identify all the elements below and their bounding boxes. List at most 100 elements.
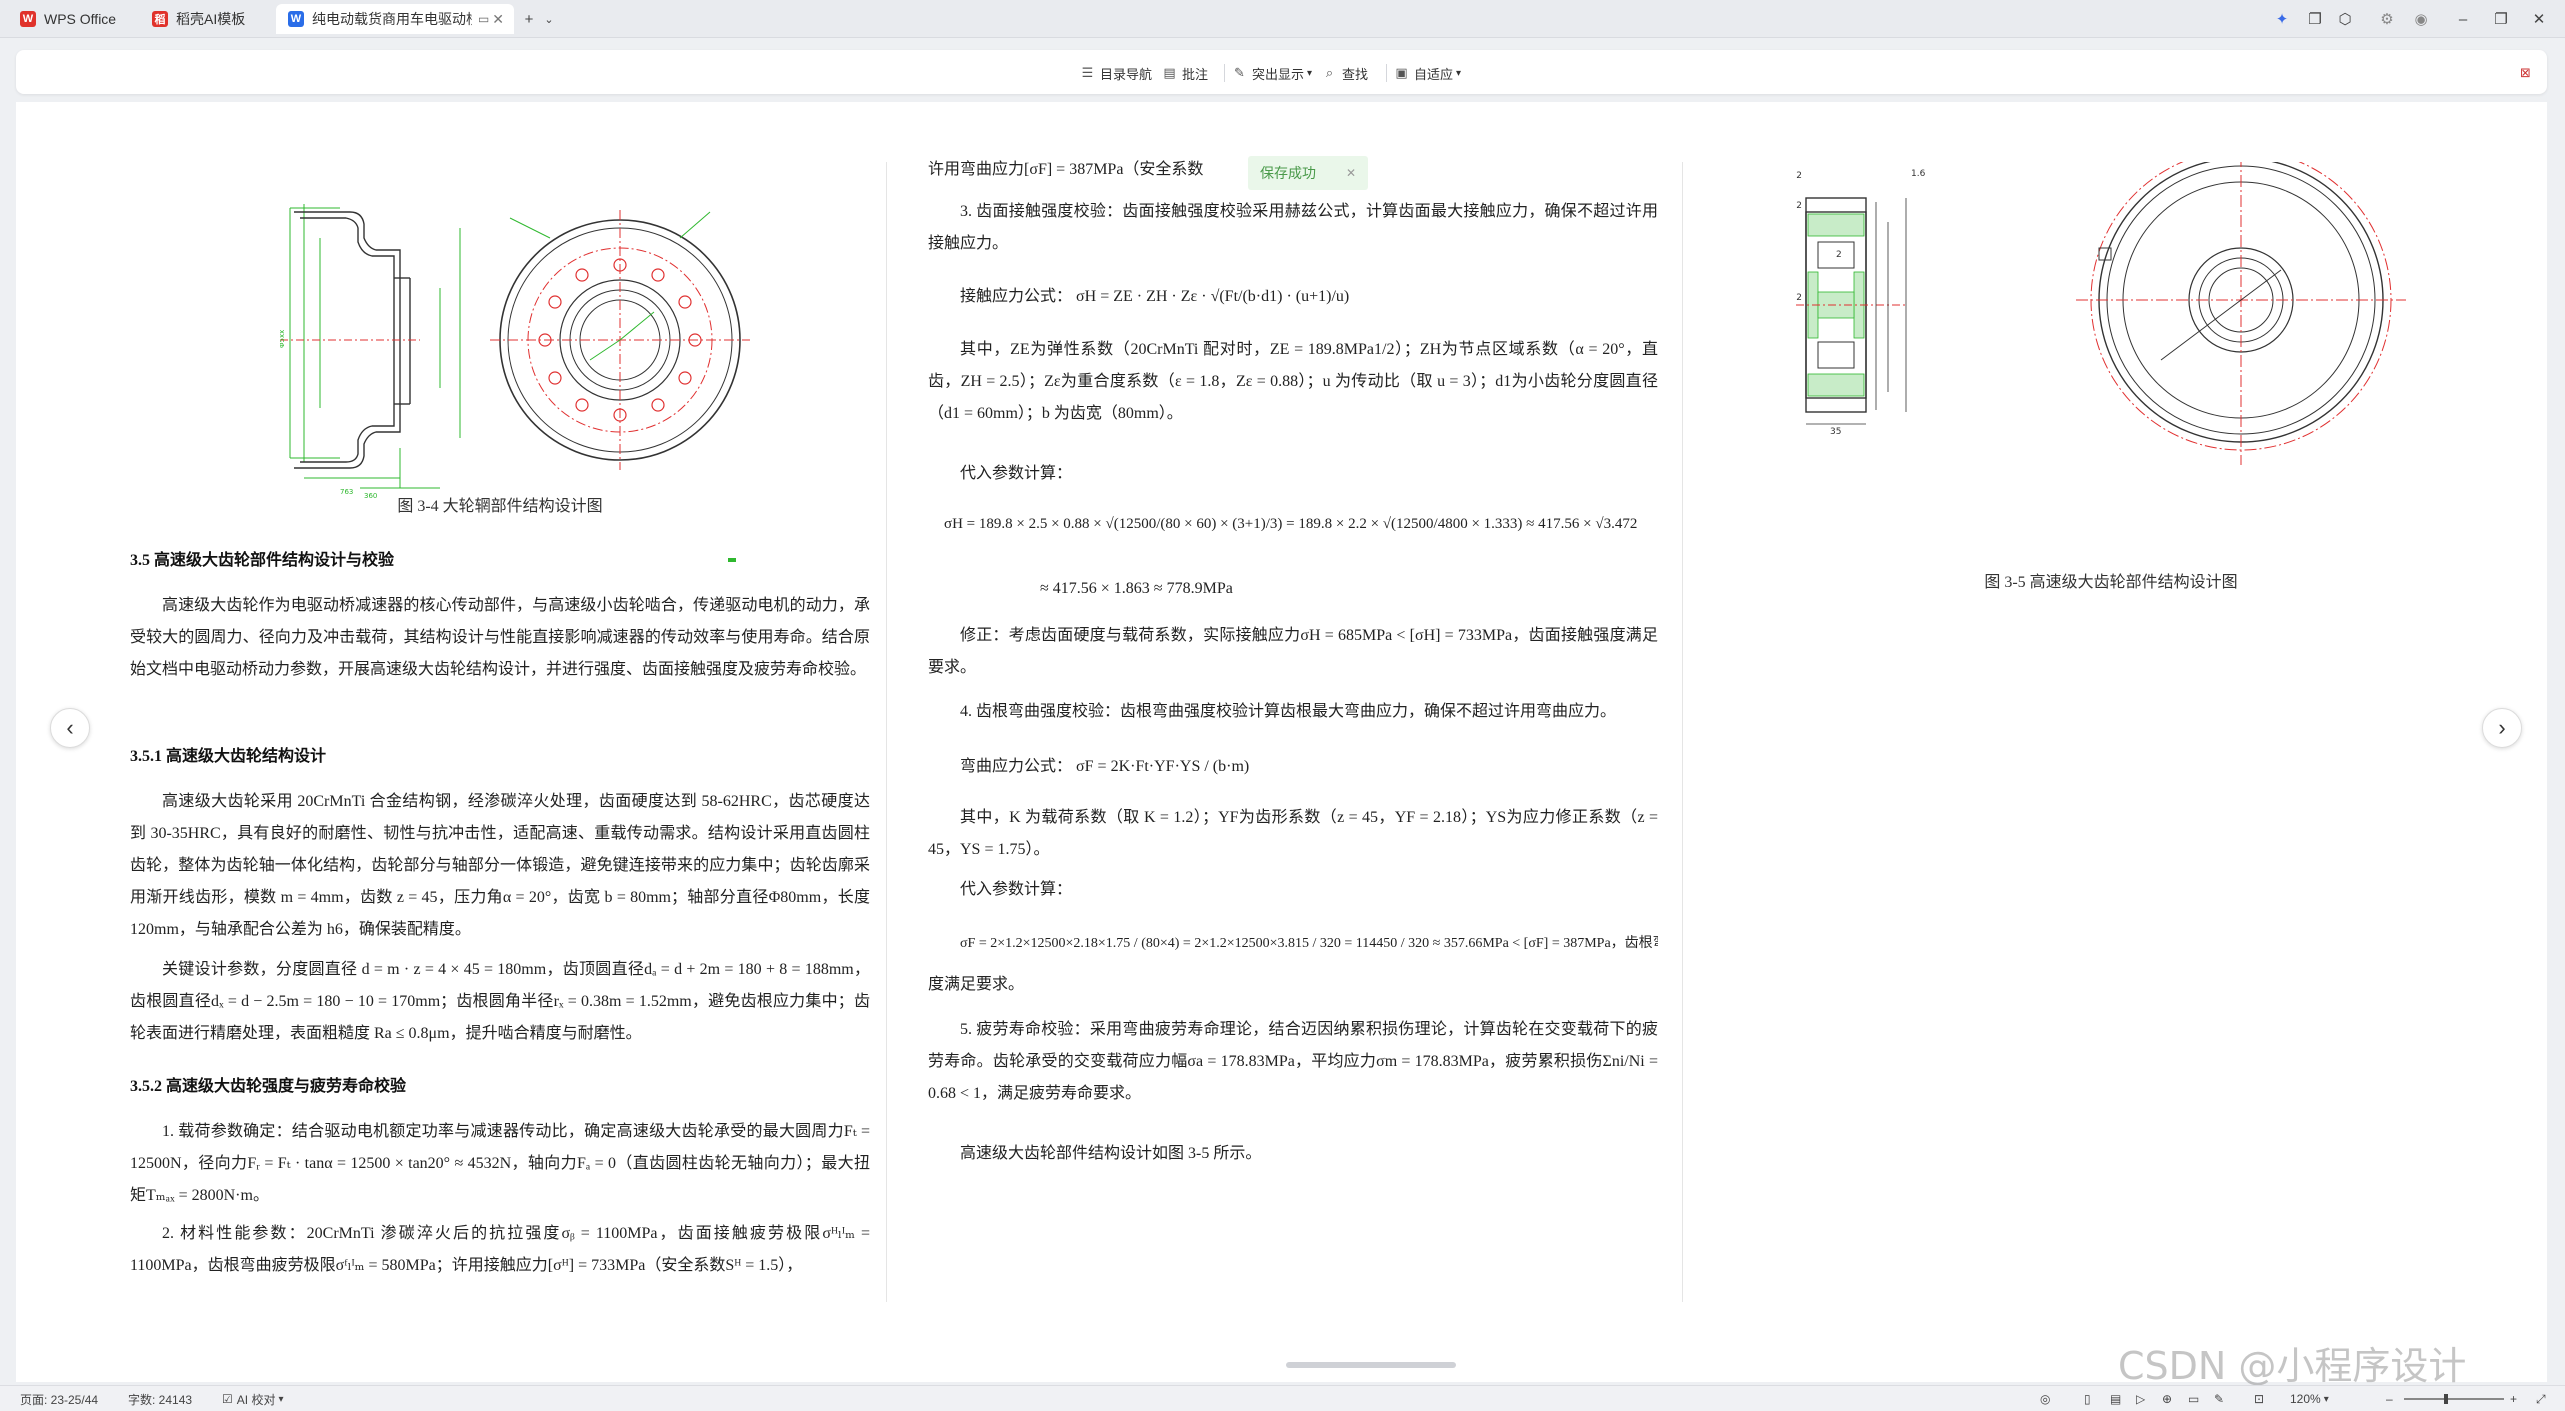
bending-stress-conclusion: 度满足要求。	[928, 976, 1025, 993]
comment-label: 批注	[1182, 66, 1209, 82]
toast-text: 保存成功	[1260, 165, 1316, 181]
svg-text:Φ5xx: Φ5xx	[280, 330, 286, 348]
svg-text:1.6: 1.6	[1911, 169, 1926, 179]
section-3-5-1-heading: 3.5.1 高速级大齿轮结构设计	[130, 748, 327, 765]
contact-stress-result: ≈ 417.56 × 1.863 ≈ 778.9MPa	[1040, 580, 1233, 597]
formula-label: 弯曲应力公式：	[960, 758, 1073, 775]
highlight-button[interactable]: ✎ 突出显示 ▾	[1232, 62, 1312, 84]
svg-text:C2: C2	[1796, 201, 1802, 211]
page-count[interactable]: 页面: 23-25/44	[20, 1391, 98, 1407]
find-label: 查找	[1342, 66, 1369, 82]
zoom-label: 120%	[2290, 1392, 2321, 1406]
substitute-label-2: 代入参数计算：	[960, 881, 1073, 898]
paragraph-bending-coefficients: 其中，K 为载荷系数（取 K = 1.2）；YF为齿形系数（z = 45，YF …	[928, 809, 1658, 858]
prev-page-button[interactable]: ‹	[50, 708, 90, 748]
write-mode-icon[interactable]: ✎	[2214, 1391, 2224, 1407]
toolbar-divider	[1224, 64, 1225, 82]
paragraph-material-props: 2. 材料性能参数：20CrMnTi 渗碳淬火后的抗拉强度σᵦ = 1100MP…	[130, 1225, 870, 1274]
eye-protect-icon[interactable]: ◎	[2040, 1391, 2050, 1407]
paragraph-load-params: 1. 载荷参数确定：结合驱动电机额定功率与减速器传动比，确定高速级大齿轮承受的最…	[130, 1123, 870, 1204]
paragraph-material: 高速级大齿轮采用 20CrMnTi 合金结构钢，经渗碳淬火处理，齿面硬度达到 5…	[130, 793, 870, 938]
zoom-slider[interactable]	[2404, 1398, 2504, 1400]
toc-icon: ☰	[1081, 65, 1094, 80]
zoom-level[interactable]: 120% ▾	[2290, 1391, 2329, 1407]
zoom-out-icon[interactable]: –	[2386, 1391, 2393, 1407]
fit-mode-button[interactable]: ▣ 自适应 ▾	[1394, 62, 1461, 84]
chevron-down-icon: ▾	[1456, 67, 1462, 79]
window-layout-icon[interactable]: ❐	[2304, 8, 2326, 30]
tab-wps-office[interactable]: W WPS Office	[8, 4, 130, 34]
fit-width-icon[interactable]: ⊡	[2254, 1391, 2264, 1407]
close-tab-icon[interactable]: ✕	[492, 11, 504, 28]
chevron-down-icon: ▾	[278, 1393, 284, 1405]
comment-button[interactable]: ▤ 批注	[1162, 62, 1208, 84]
left-column: Φ5xx 763 360 图 3-4 大轮辋部件结构设计图 3.5 高速级大齿轮…	[130, 102, 870, 1302]
right-column: C2 C2 C2 35 1.6 2 图 3-5 高速级大齿轮部件结构设计图	[1716, 102, 2506, 1302]
tab-current-document[interactable]: W 纯电动载货商用车电驱动桥设 ▭ ✕	[276, 4, 514, 34]
status-bar: 页面: 23-25/44 字数: 24143 ☑ AI 校对 ▾ ◎ ▯ ▤ ▷…	[0, 1385, 2565, 1411]
svg-text:35: 35	[1830, 427, 1841, 437]
figure-3-4-rim-drawing: Φ5xx 763 360	[280, 204, 750, 562]
highlight-label: 突出显示	[1252, 66, 1305, 82]
restore-icon[interactable]: ❐	[2490, 8, 2512, 30]
column-divider	[886, 162, 887, 1302]
monitor-icon[interactable]: ▭	[478, 12, 489, 26]
zoom-slider-handle[interactable]	[2444, 1394, 2448, 1404]
zoom-in-icon[interactable]: +	[2510, 1391, 2517, 1407]
chevron-down-icon[interactable]: ⌄	[538, 8, 560, 30]
read-mode-icon[interactable]: ▭	[2188, 1391, 2199, 1407]
new-tab-button[interactable]: +	[518, 8, 540, 30]
ai-proofread-button[interactable]: ☑ AI 校对 ▾	[222, 1391, 283, 1407]
next-page-button[interactable]: ›	[2482, 708, 2522, 748]
figure-3-5-gear-drawing: C2 C2 C2 35 1.6 2	[1796, 162, 2406, 465]
tab-label: WPS Office	[44, 11, 117, 27]
svg-text:2: 2	[1836, 250, 1842, 260]
ai-star-icon[interactable]: ✦	[2271, 8, 2293, 30]
close-window-icon[interactable]: ✕	[2528, 8, 2550, 30]
formula-expression: σH = ZE · ZH · Zε · √(Ft/(b·d1) · (u+1)/…	[1076, 288, 1350, 305]
web-view-icon[interactable]: ⊕	[2162, 1391, 2172, 1407]
word-count[interactable]: 字数: 24143	[128, 1391, 192, 1407]
document-page: Φ5xx 763 360 图 3-4 大轮辋部件结构设计图 3.5 高速级大齿轮…	[16, 102, 2547, 1382]
close-icon[interactable]: ✕	[1346, 166, 1356, 180]
contact-stress-formula: 接触应力公式： σH = ZE · ZH · Zε · √(Ft/(b·d1) …	[960, 282, 1349, 306]
tab-docer-templates[interactable]: 稻 稻壳AI模板	[140, 4, 270, 34]
find-button[interactable]: ⌕ 查找	[1322, 62, 1368, 84]
chevron-right-icon: ›	[2498, 715, 2506, 740]
exit-reading-close-icon[interactable]: ⊠	[2520, 62, 2531, 84]
tab-label: 稻壳AI模板	[176, 11, 246, 27]
settings-gear-icon[interactable]: ⚙	[2376, 8, 2398, 30]
user-avatar-icon[interactable]: ◉	[2410, 8, 2432, 30]
paragraph-key-params: 关键设计参数，分度圆直径 d = m · z = 4 × 45 = 180mm，…	[130, 961, 870, 1042]
ai-proofread-label: AI 校对	[236, 1392, 276, 1407]
paragraph-correction: 修正：考虑齿面硬度与载荷系数，实际接触应力σH = 685MPa < [σH] …	[928, 627, 1658, 676]
paragraph-fatigue-check: 5. 疲劳寿命校验：采用弯曲疲劳寿命理论，结合迈因纳累积损伤理论，计算齿轮在交变…	[928, 1021, 1658, 1102]
middle-column: 许用弯曲应力[σF] = 387MPa（安全系数 3. 齿面接触强度校验：齿面接…	[928, 102, 1658, 1302]
page-view-icon[interactable]: ▯	[2084, 1391, 2091, 1407]
fullscreen-icon[interactable]: ⤢	[2536, 1391, 2546, 1407]
csdn-watermark: CSDN @小程序设计	[2118, 1344, 2467, 1388]
contact-stress-calculation: σH = 189.8 × 2.5 × 0.88 × √(12500/(80 × …	[944, 516, 1638, 532]
search-icon: ⌕	[1325, 65, 1334, 80]
svg-text:C2: C2	[1796, 171, 1802, 181]
outline-view-icon[interactable]: ▤	[2110, 1391, 2121, 1407]
writer-doc-icon: W	[288, 11, 304, 27]
minimize-icon[interactable]: –	[2452, 8, 2474, 30]
title-tab-bar: W WPS Office 稻 稻壳AI模板 W 纯电动载货商用车电驱动桥设 ▭ …	[0, 0, 2565, 38]
paragraph-coefficients: 其中，ZE为弹性系数（20CrMnTi 配对时，ZE = 189.8MPa1/2…	[928, 341, 1658, 422]
paragraph-3-5-intro: 高速级大齿轮作为电驱动桥减速器的核心传动部件，与高速级小齿轮啮合，传递驱动电机的…	[130, 597, 870, 678]
horizontal-scrollbar-thumb[interactable]	[1286, 1362, 1456, 1368]
save-success-toast: 保存成功 ✕	[1248, 156, 1368, 190]
substitute-label: 代入参数计算：	[960, 465, 1073, 482]
paragraph-figure-ref: 高速级大齿轮部件结构设计如图 3-5 所示。	[960, 1145, 1262, 1162]
fit-label: 自适应	[1414, 66, 1454, 82]
paragraph-bending-check: 4. 齿根弯曲强度校验：齿根弯曲强度校验计算齿根最大弯曲应力，确保不超过许用弯曲…	[960, 703, 1617, 720]
bending-stress-calculation: σF = 2×1.2×12500×2.18×1.75 / (80×4) = 2×…	[960, 936, 1658, 951]
toc-nav-button[interactable]: ☰ 目录导航	[1080, 62, 1152, 84]
tab-label: 纯电动载货商用车电驱动桥设	[312, 11, 472, 27]
cube-icon[interactable]: ⬡	[2334, 8, 2356, 30]
ai-check-icon: ☑	[222, 1392, 233, 1406]
play-icon[interactable]: ▷	[2136, 1391, 2145, 1407]
toolbar-divider	[1386, 64, 1387, 82]
highlighter-icon: ✎	[1234, 65, 1245, 80]
